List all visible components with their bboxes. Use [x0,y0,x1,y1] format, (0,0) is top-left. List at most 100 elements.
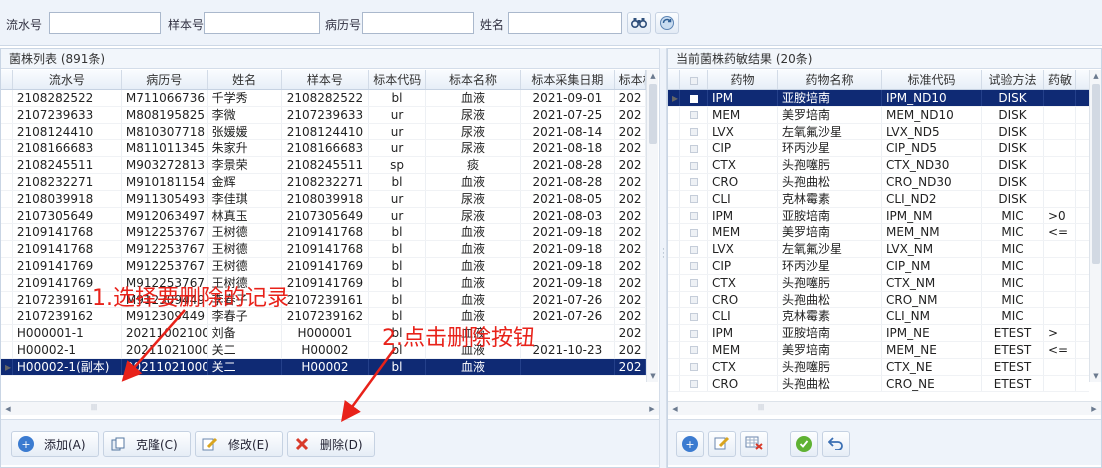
table-row[interactable]: CLI 克林霉素 CLI_NM MIC [668,308,1089,326]
table-row[interactable]: CRO 头孢曲松 CRO_ND30 DISK [668,173,1089,191]
table-row[interactable]: MEM 美罗培南 MEM_ND10 DISK [668,106,1089,124]
table-row[interactable]: CTX 头孢噻肟 CTX_NE ETEST [668,358,1089,376]
checkbox-icon[interactable] [689,228,698,237]
row-checkbox-cell[interactable] [680,358,708,375]
table-row[interactable]: CLI 克林霉素 CLI_ND2 DISK [668,190,1089,208]
row-checkbox-cell[interactable] [680,123,708,140]
add-button[interactable]: + 添加(A) [11,431,99,457]
susceptibility-vscroll[interactable]: ▲ ▼ [1089,70,1101,382]
scroll-down-icon[interactable]: ▼ [1090,370,1102,382]
checkbox-icon[interactable] [689,161,698,170]
delete-result-button[interactable] [740,431,768,457]
column-header[interactable]: 药物名称 [778,70,882,89]
checkbox-icon[interactable] [689,195,698,204]
checkbox-icon[interactable] [689,262,698,271]
row-checkbox-cell[interactable] [680,140,708,157]
checkbox-icon[interactable] [689,144,698,153]
checkbox-icon[interactable] [689,346,698,355]
table-row[interactable]: 2109141768 M912253767 王树德 2109141768 bl 血液 202… [1,224,646,242]
table-row[interactable]: 2107305649 M912063497 林真玉 2107305649 ur 尿液 202… [1,207,646,225]
column-header[interactable]: 标本名称 [426,70,522,89]
confirm-button[interactable] [790,431,818,457]
checkbox-icon[interactable] [689,329,698,338]
table-row[interactable]: LVX 左氧氟沙星 LVX_ND5 DISK [668,123,1089,141]
table-row[interactable]: 2108232271 M910181154 金辉 2108232271 bl 血液 2021… [1,173,646,191]
table-row[interactable]: IPM 亚胺培南 IPM_NM MIC >0 [668,207,1089,225]
scroll-right-icon[interactable]: ▶ [645,402,659,416]
scroll-up-icon[interactable]: ▲ [1090,70,1102,82]
table-row[interactable]: 2108166683 M811011345 朱家升 2108166683 ur 尿液 202… [1,140,646,158]
column-header[interactable]: 流水号 [13,70,122,89]
row-checkbox-cell[interactable] [680,190,708,207]
checkbox-icon[interactable] [689,111,698,120]
serial-input[interactable] [49,12,161,34]
row-checkbox-cell[interactable] [680,375,708,392]
table-row[interactable]: 2109141768 M912253767 王树德 2109141768 bl 血液 202… [1,241,646,258]
table-row[interactable]: CIP 环丙沙星 CIP_ND5 DISK [668,140,1089,158]
scroll-grip[interactable]: ||| [758,404,764,411]
checkbox-icon[interactable] [689,128,698,137]
table-row[interactable]: CRO 头孢曲松 CRO_NE ETEST [668,375,1089,393]
row-checkbox-cell[interactable] [680,257,708,274]
panel-splitter[interactable]: · · · [659,48,667,468]
table-row[interactable]: 2108282522 M711066736 千学秀 2108282522 bl 血液 202… [1,90,646,107]
row-checkbox-cell[interactable] [680,308,708,325]
table-row[interactable]: CIP 环丙沙星 CIP_NM MIC [668,257,1089,275]
row-checkbox-cell[interactable] [680,106,708,123]
checkbox-icon[interactable] [689,76,698,85]
refresh-icon[interactable] [655,12,679,34]
checkbox-icon[interactable] [689,212,698,221]
strain-table-vscroll[interactable]: ▲ ▼ [646,70,658,382]
record-input[interactable] [362,12,474,34]
table-row[interactable]: 2108245511 M903272813 李景荣 2108245511 sp 痰 2021… [1,157,646,174]
column-header[interactable]: 药敏 [1044,70,1076,89]
scroll-grip[interactable]: ||| [91,404,97,411]
add-result-button[interactable]: + [676,431,704,457]
column-header[interactable]: 姓名 [208,70,282,89]
select-all-header[interactable] [680,70,708,89]
scroll-thumb[interactable] [649,84,657,144]
undo-button[interactable] [822,431,850,457]
column-header[interactable]: 标本核 [615,70,646,89]
checkbox-icon[interactable] [689,178,698,187]
row-checkbox-cell[interactable] [680,274,708,291]
strain-table-hscroll[interactable]: ◀ ||| ▶ [1,401,659,415]
checkbox-icon[interactable] [689,296,698,305]
column-header[interactable]: 标本代码 [369,70,426,89]
clone-button[interactable]: 克隆(C) [103,431,191,457]
checkbox-icon[interactable] [689,380,698,389]
column-header[interactable]: 药物 [708,70,778,89]
scroll-left-icon[interactable]: ◀ [668,402,682,416]
table-row[interactable]: MEM 美罗培南 MEM_NE ETEST <= [668,341,1089,359]
table-row[interactable]: H000001-1202110021001刘备H000001bl血液202 [1,325,646,342]
checkbox-icon[interactable] [689,363,698,372]
table-row[interactable]: H00002-1202110210002关二H00002bl血液2021-10-… [1,341,646,359]
row-checkbox-cell[interactable] [680,291,708,308]
row-checkbox-cell[interactable] [680,90,708,106]
table-row[interactable]: CTX 头孢噻肟 CTX_ND30 DISK [668,157,1089,174]
checkbox-icon[interactable] [689,312,698,321]
checkbox-icon[interactable] [689,94,698,103]
row-checkbox-cell[interactable] [680,341,708,358]
row-checkbox-cell[interactable] [680,157,708,173]
row-checkbox-cell[interactable] [680,207,708,224]
sample-input[interactable] [204,12,320,34]
table-row[interactable]: 2107239633 M808195825 李微 2107239633 ur 尿液 2021… [1,106,646,124]
row-checkbox-cell[interactable] [680,224,708,241]
scroll-left-icon[interactable]: ◀ [1,402,15,416]
name-input[interactable] [508,12,622,34]
selected-table-row[interactable]: ▸H00002-1(副本)202110210002关二H00002bl血液 202 [1,358,646,376]
column-header[interactable]: 试验方法 [982,70,1044,89]
table-row[interactable]: IPM 亚胺培南 IPM_NE ETEST > [668,325,1089,342]
scroll-down-icon[interactable]: ▼ [647,370,659,382]
checkbox-icon[interactable] [689,279,698,288]
table-row[interactable]: 2108124410 M810307718 张媛媛 2108124410 ur 尿液 202… [1,123,646,141]
delete-button[interactable]: 删除(D) [287,431,375,457]
table-row[interactable]: CTX 头孢噻肟 CTX_NM MIC [668,274,1089,292]
column-header[interactable]: 样本号 [282,70,370,89]
checkbox-icon[interactable] [689,245,698,254]
column-header[interactable]: 标本采集日期 [521,70,615,89]
table-row[interactable]: MEM 美罗培南 MEM_NM MIC <= [668,224,1089,242]
selected-table-row[interactable]: ▸ IPM 亚胺培南 IPM_ND10 DISK [668,90,1089,107]
susceptibility-hscroll[interactable]: ◀ ||| ▶ [668,401,1101,415]
